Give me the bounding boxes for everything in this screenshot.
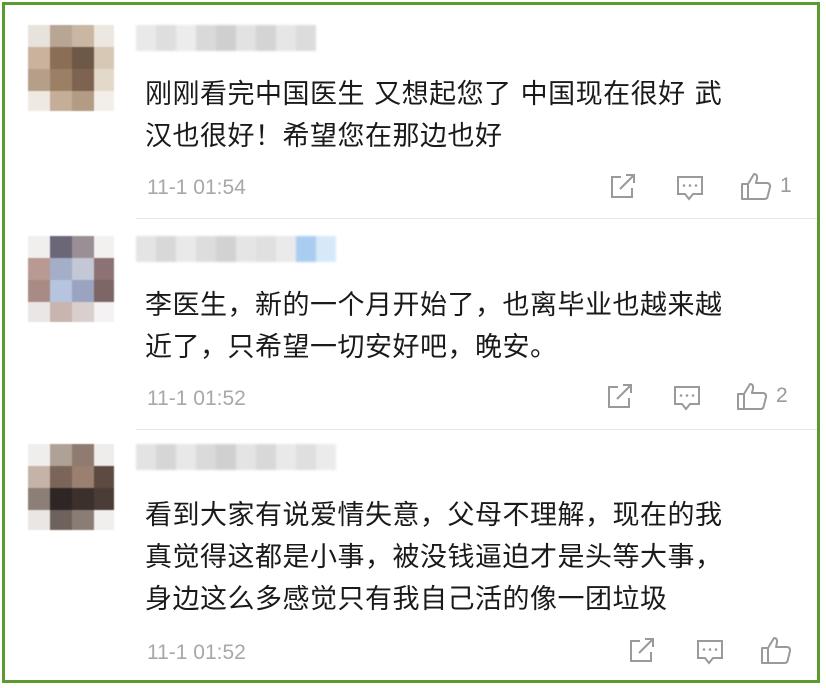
share-button[interactable] [605, 383, 635, 411]
like-button[interactable]: 1 [740, 171, 792, 201]
thumbs-up-icon [741, 173, 772, 200]
reply-button[interactable] [675, 174, 705, 202]
comment-icon [697, 640, 723, 665]
comment-icon [674, 386, 700, 411]
divider [136, 429, 817, 430]
reply-button[interactable] [695, 638, 725, 666]
like-button[interactable] [760, 635, 800, 665]
comment-list: 刚刚看完中国医生 又想起您了 中国现在很好 武 汉也很好！希望您在那边也好 11… [2, 2, 820, 683]
share-button[interactable] [627, 637, 657, 665]
comment-timestamp: 11-1 01:52 [147, 387, 246, 410]
share-icon [630, 638, 654, 662]
comment-timestamp: 11-1 01:54 [147, 176, 246, 199]
share-icon [608, 384, 632, 408]
comment-timestamp: 11-1 01:52 [147, 641, 246, 664]
thumbs-up-icon [737, 383, 768, 410]
avatar[interactable] [28, 444, 114, 530]
avatar[interactable] [28, 236, 114, 322]
username-redacted[interactable] [136, 25, 316, 51]
avatar[interactable] [28, 25, 114, 111]
comment-text: 刚刚看完中国医生 又想起您了 中国现在很好 武 汉也很好！希望您在那边也好 [145, 79, 723, 152]
comment-text: 李医生，新的一个月开始了，也离毕业也越来越 近了，只希望一切安好吧，晚安。 [145, 290, 723, 363]
username-redacted[interactable] [136, 236, 336, 262]
thumbs-up-icon [761, 637, 792, 664]
share-icon [611, 174, 635, 198]
share-button[interactable] [608, 173, 638, 201]
like-count: 1 [780, 174, 792, 197]
like-count: 2 [776, 384, 788, 407]
comment-icon [677, 176, 703, 201]
comment-text: 看到大家有说爱情失意，父母不理解，现在的我 真觉得这都是小事，被没钱逼迫才是头等… [145, 500, 723, 615]
reply-button[interactable] [672, 384, 702, 412]
divider [136, 218, 817, 219]
like-button[interactable]: 2 [736, 381, 788, 411]
username-redacted[interactable] [136, 444, 336, 470]
